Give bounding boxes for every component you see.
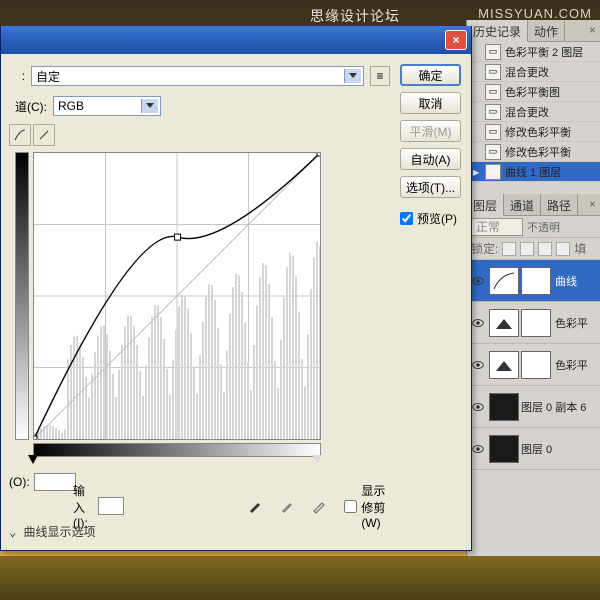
lock-brush-icon[interactable] <box>520 242 534 256</box>
output-label: (O): <box>9 475 30 489</box>
layer-name: 色彩平 <box>555 357 588 373</box>
history-item[interactable]: ▭色彩平衡图 <box>467 82 600 102</box>
layer-thumb <box>489 435 519 463</box>
history-item-label: 色彩平衡 2 图层 <box>505 44 583 60</box>
eyedropper-black-icon[interactable] <box>244 495 266 517</box>
blend-mode-select[interactable]: 正常 <box>471 218 523 236</box>
channel-label: 道(C): <box>9 98 47 115</box>
history-item[interactable]: ▭修改色彩平衡 <box>467 122 600 142</box>
history-step-icon: ▭ <box>485 164 501 180</box>
history-item[interactable]: ▸▭曲线 1 图层 <box>467 162 600 182</box>
display-options-toggle[interactable]: ⌄ 曲线显示选项 <box>9 523 390 540</box>
history-item[interactable]: ▭修改色彩平衡 <box>467 142 600 162</box>
layer-mask <box>521 309 551 337</box>
layer-thumb <box>489 393 519 421</box>
show-clipping-checkbox[interactable]: 显示修剪(W) <box>344 482 390 530</box>
panel-close-icon[interactable]: × <box>585 20 600 41</box>
layer-row[interactable]: 色彩平 <box>467 344 600 386</box>
eyedropper-gray-icon[interactable] <box>276 495 298 517</box>
lock-all-icon[interactable] <box>556 242 570 256</box>
history-item-label: 色彩平衡图 <box>505 84 560 100</box>
black-point-slider[interactable] <box>28 455 38 464</box>
layer-mask <box>521 351 551 379</box>
smooth-button: 平滑(M) <box>400 120 461 142</box>
curve-tool-icon[interactable] <box>9 124 31 146</box>
history-step-icon: ▭ <box>485 104 501 120</box>
layers-list: 曲线 色彩平色彩平图层 0 副本 6图层 0 <box>467 260 600 470</box>
white-point-slider[interactable] <box>312 455 322 464</box>
options-button[interactable]: 选项(T)... <box>400 176 461 198</box>
history-step-icon: ▭ <box>485 64 501 80</box>
preview-checkbox[interactable]: 预览(P) <box>400 210 461 227</box>
channel-select[interactable]: RGB <box>53 96 161 116</box>
history-item[interactable]: ▭混合更改 <box>467 62 600 82</box>
eyedropper-white-icon[interactable] <box>308 495 330 517</box>
tab-layers[interactable]: 图层 <box>467 194 504 216</box>
fill-label: 填 <box>574 240 586 257</box>
layer-name: 图层 0 <box>521 441 552 457</box>
history-step-icon: ▭ <box>485 124 501 140</box>
pencil-tool-icon[interactable] <box>33 124 55 146</box>
layers-close-icon[interactable]: × <box>585 194 600 215</box>
auto-button[interactable]: 自动(A) <box>400 148 461 170</box>
lock-pixels-icon[interactable] <box>502 242 516 256</box>
history-item[interactable]: ▭色彩平衡 2 图层 <box>467 42 600 62</box>
history-item[interactable]: ▭混合更改 <box>467 102 600 122</box>
layer-name: 色彩平 <box>555 315 588 331</box>
lock-label: 锁定: <box>471 240 498 257</box>
preset-menu-icon[interactable]: ≡ <box>370 66 390 86</box>
tab-paths[interactable]: 路径 <box>541 194 578 215</box>
ok-button[interactable]: 确定 <box>400 64 461 86</box>
output-input[interactable] <box>34 473 76 491</box>
curves-plot[interactable] <box>33 152 321 440</box>
history-item-label: 修改色彩平衡 <box>505 124 571 140</box>
history-item-label: 曲线 1 图层 <box>505 164 561 180</box>
preset-select[interactable]: 自定 <box>31 66 364 86</box>
history-item-label: 混合更改 <box>505 104 549 120</box>
watermark-en: MISSYUAN.COM <box>478 6 592 21</box>
history-step-icon: ▭ <box>485 44 501 60</box>
history-item-label: 修改色彩平衡 <box>505 144 571 160</box>
dialog-titlebar[interactable]: × <box>1 26 471 54</box>
history-list: ▭色彩平衡 2 图层▭混合更改▭色彩平衡图▭混合更改▭修改色彩平衡▭修改色彩平衡… <box>467 42 600 188</box>
preset-label: : <box>9 69 25 83</box>
history-step-icon: ▭ <box>485 144 501 160</box>
layer-thumb <box>489 309 519 337</box>
opacity-label: 不透明 <box>527 219 560 235</box>
lock-move-icon[interactable] <box>538 242 552 256</box>
layer-row[interactable]: 曲线 <box>467 260 600 302</box>
input-input[interactable] <box>98 497 124 515</box>
history-item-label: 混合更改 <box>505 64 549 80</box>
curves-dialog: × : 自定 ≡ 道(C): RGB <box>0 26 472 551</box>
layer-name: 曲线 <box>555 273 577 289</box>
tab-actions[interactable]: 动作 <box>528 20 565 41</box>
tab-history[interactable]: 历史记录 <box>467 20 528 42</box>
layer-row[interactable]: 图层 0 副本 6 <box>467 386 600 428</box>
output-gradient <box>15 152 29 440</box>
cancel-button[interactable]: 取消 <box>400 92 461 114</box>
right-panels: 历史记录 动作 × ▭色彩平衡 2 图层▭混合更改▭色彩平衡图▭混合更改▭修改色… <box>466 20 600 580</box>
tab-channels[interactable]: 通道 <box>504 194 541 215</box>
layer-mask <box>521 267 551 295</box>
layer-thumb <box>489 267 519 295</box>
layer-thumb <box>489 351 519 379</box>
history-step-icon: ▭ <box>485 84 501 100</box>
layer-row[interactable]: 色彩平 <box>467 302 600 344</box>
close-icon[interactable]: × <box>445 30 467 50</box>
layer-row[interactable]: 图层 0 <box>467 428 600 470</box>
image-bottom-strip <box>0 556 600 600</box>
layer-name: 图层 0 副本 6 <box>521 399 586 415</box>
